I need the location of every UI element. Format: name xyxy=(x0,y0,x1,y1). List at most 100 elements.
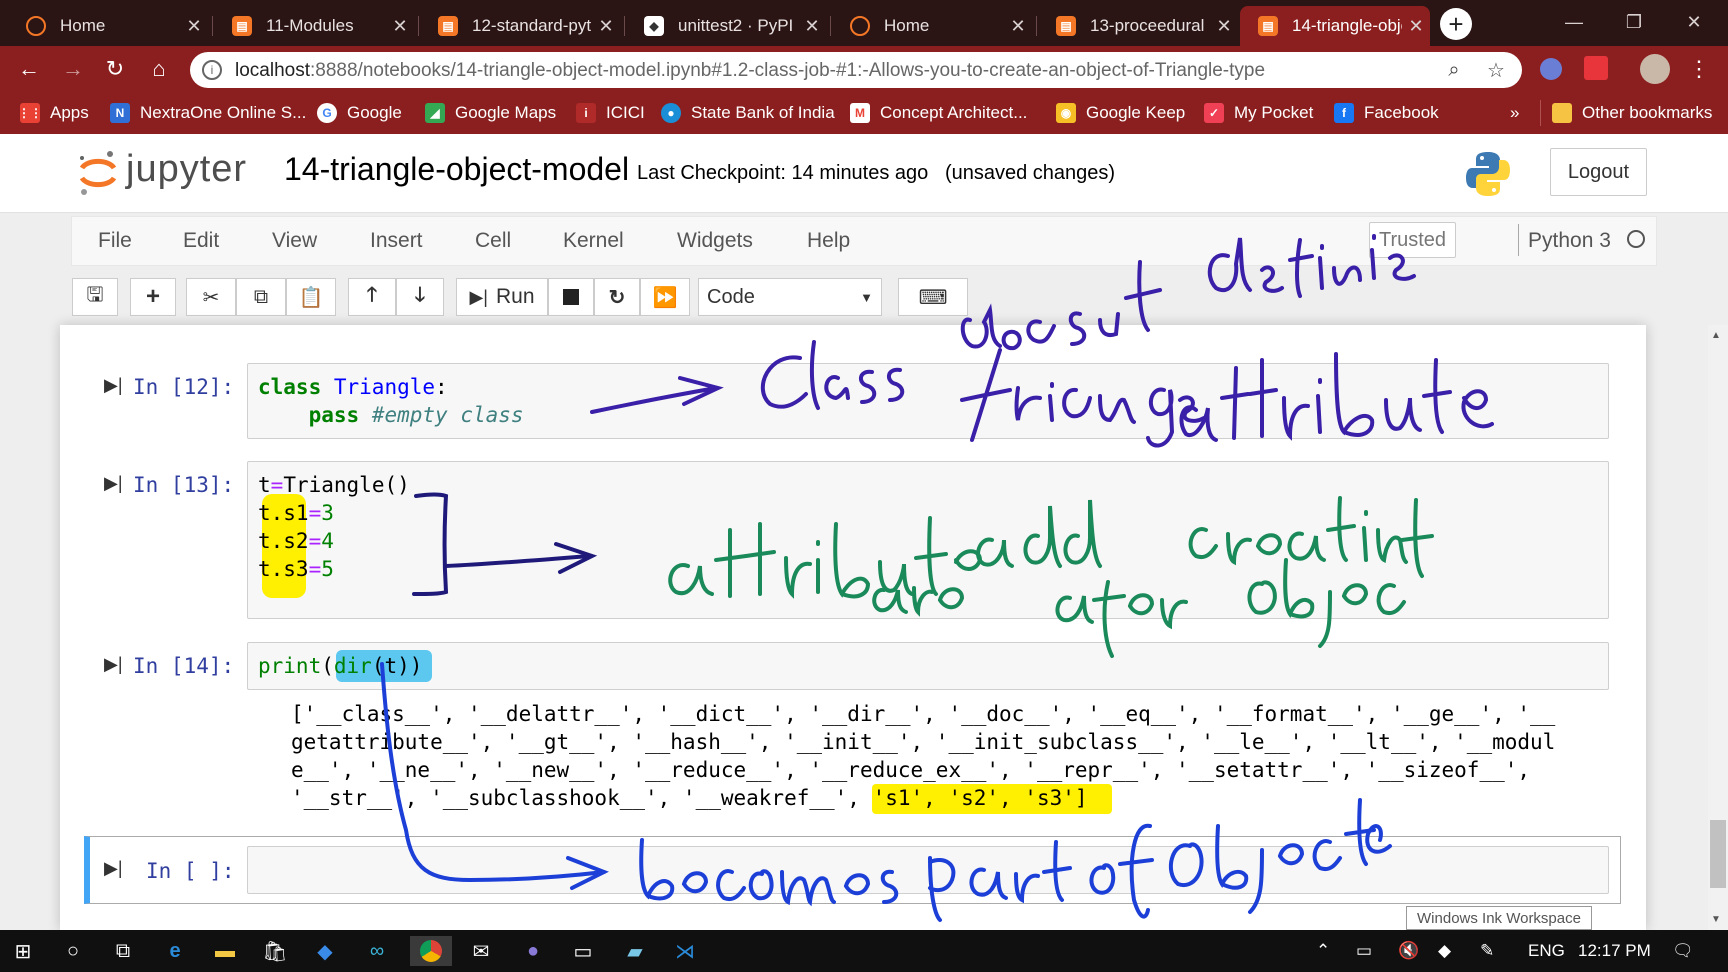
code-input-empty[interactable] xyxy=(247,846,1609,894)
clock[interactable]: 12:17 PM xyxy=(1578,941,1651,961)
bookmark-google-maps[interactable]: ◢ Google Maps xyxy=(425,100,556,126)
restart-run-all-button[interactable]: ⏩ xyxy=(640,278,690,316)
bookmark-concept-architect[interactable]: M Concept Architect... xyxy=(850,100,1027,126)
code-input[interactable] xyxy=(247,642,1609,690)
paste-button[interactable]: 📋 xyxy=(286,278,336,316)
vscode-icon[interactable]: ⋊ xyxy=(668,936,702,966)
extension-icon[interactable] xyxy=(1584,56,1608,80)
menu-icon[interactable]: ⋮ xyxy=(1682,52,1716,86)
close-window-icon[interactable]: ✕ xyxy=(1674,8,1714,36)
bookmark-facebook[interactable]: f Facebook xyxy=(1334,100,1439,126)
forward-icon[interactable]: → xyxy=(56,52,90,86)
browser-tab-home[interactable]: Home ✕ xyxy=(8,6,208,46)
close-icon[interactable]: ✕ xyxy=(1402,16,1430,37)
run-cell-icon[interactable]: ▶︎| xyxy=(104,375,123,396)
eclipse-icon[interactable]: ● xyxy=(516,936,550,966)
menu-insert[interactable]: Insert xyxy=(370,229,423,253)
new-tab-button[interactable]: + xyxy=(1440,8,1472,40)
volume-muted-icon[interactable]: 🔇 xyxy=(1398,941,1419,961)
move-up-button[interactable]: 🡑 xyxy=(348,278,396,316)
jupyter-logo-icon[interactable] xyxy=(76,148,120,198)
minimize-icon[interactable]: — xyxy=(1554,8,1594,36)
bookmark-icici[interactable]: i ICICI xyxy=(576,100,645,126)
bookmark-nextraone[interactable]: N NextraOne Online S... xyxy=(110,100,306,126)
dropbox-tray-icon[interactable]: ◆ xyxy=(1438,941,1451,961)
back-icon[interactable]: ← xyxy=(12,52,46,86)
menu-file[interactable]: File xyxy=(98,229,132,253)
extension-icon[interactable] xyxy=(1540,58,1562,80)
menu-cell[interactable]: Cell xyxy=(475,229,511,253)
scrollbar-thumb[interactable] xyxy=(1710,820,1726,888)
mail-icon[interactable]: ✉ xyxy=(464,936,498,966)
close-icon[interactable]: ✕ xyxy=(1210,16,1238,37)
copy-button[interactable]: ⧉ xyxy=(236,278,286,316)
menu-edit[interactable]: Edit xyxy=(183,229,219,253)
arduino-icon[interactable]: ∞ xyxy=(360,936,394,966)
reload-icon[interactable]: ↻ xyxy=(98,52,132,86)
task-view-icon[interactable]: ⧉ xyxy=(106,936,140,966)
close-icon[interactable]: ✕ xyxy=(180,16,208,37)
windows-start-icon[interactable]: ⊞ xyxy=(6,936,40,966)
jupyter-logo-text[interactable]: jupyter xyxy=(126,148,247,191)
notes-icon[interactable]: ▰ xyxy=(618,936,652,966)
logout-button[interactable]: Logout xyxy=(1550,148,1647,196)
move-down-button[interactable]: 🡓 xyxy=(396,278,444,316)
interrupt-button[interactable] xyxy=(548,278,594,316)
kernel-name[interactable]: Python 3 xyxy=(1528,229,1611,253)
avatar[interactable] xyxy=(1640,54,1670,84)
browser-tab-13-proceedural[interactable]: ▤ 13-proceedural ✕ xyxy=(1038,6,1238,46)
chrome-icon[interactable] xyxy=(410,936,452,966)
dropbox-icon[interactable]: ◆ xyxy=(308,936,342,966)
menu-help[interactable]: Help xyxy=(807,229,850,253)
browser-tab-pypi[interactable]: ◆ unittest2 · PyPI ✕ xyxy=(626,6,826,46)
language-indicator[interactable]: ENG xyxy=(1528,941,1565,961)
zoom-icon[interactable]: ⌕ xyxy=(1440,56,1468,84)
cut-button[interactable]: ✂ xyxy=(186,278,236,316)
other-bookmarks[interactable]: Other bookmarks xyxy=(1552,100,1712,126)
bookmark-google[interactable]: G Google xyxy=(317,100,402,126)
close-icon[interactable]: ✕ xyxy=(1004,16,1032,37)
cell-type-select[interactable]: Code ▼ xyxy=(698,278,882,316)
search-icon[interactable]: ○ xyxy=(56,936,90,966)
scroll-down-icon[interactable]: ▼ xyxy=(1711,914,1721,925)
insert-cell-button[interactable]: + xyxy=(130,278,176,316)
bookmarks-overflow-button[interactable]: » xyxy=(1510,100,1519,126)
close-icon[interactable]: ✕ xyxy=(798,16,826,37)
terminal-icon[interactable]: ▭ xyxy=(566,936,600,966)
close-icon[interactable]: ✕ xyxy=(592,16,620,37)
code-input[interactable] xyxy=(247,461,1609,619)
home-icon[interactable]: ⌂ xyxy=(142,52,176,86)
bookmark-sbi[interactable]: ● State Bank of India xyxy=(661,100,835,126)
browser-tab-home-2[interactable]: Home ✕ xyxy=(832,6,1032,46)
pen-icon[interactable]: ✎ xyxy=(1480,941,1494,961)
menu-view[interactable]: View xyxy=(272,229,317,253)
run-cell-icon[interactable]: ▶︎| xyxy=(104,858,123,879)
restore-icon[interactable]: ❐ xyxy=(1614,8,1654,36)
browser-tab-12-standard[interactable]: ▤ 12-standard-pyt ✕ xyxy=(420,6,620,46)
info-icon[interactable]: i xyxy=(202,60,222,80)
save-button[interactable]: 🖫 xyxy=(72,278,118,316)
tray-expand-icon[interactable]: ⌃ xyxy=(1316,941,1330,961)
run-cell-icon[interactable]: ▶︎| xyxy=(104,473,123,494)
notebook-name[interactable]: 14-triangle-object-model xyxy=(284,151,629,188)
restart-button[interactable]: ↻ xyxy=(594,278,640,316)
bookmark-my-pocket[interactable]: ✓ My Pocket xyxy=(1204,100,1313,126)
notifications-icon[interactable]: 🗨 xyxy=(1672,941,1694,961)
menu-widgets[interactable]: Widgets xyxy=(677,229,753,253)
close-icon[interactable]: ✕ xyxy=(386,16,414,37)
bookmark-google-keep[interactable]: ◉ Google Keep xyxy=(1056,100,1185,126)
run-cell-icon[interactable]: ▶︎| xyxy=(104,654,123,675)
battery-icon[interactable]: ▭ xyxy=(1356,941,1372,961)
browser-tab-14-triangle[interactable]: ▤ 14-triangle-obje ✕ xyxy=(1240,6,1430,46)
menu-kernel[interactable]: Kernel xyxy=(563,229,624,253)
file-explorer-icon[interactable]: ▬ xyxy=(208,936,242,966)
command-palette-button[interactable]: ⌨ xyxy=(898,278,968,316)
bookmark-star-icon[interactable]: ☆ xyxy=(1482,56,1510,84)
browser-tab-11-modules[interactable]: ▤ 11-Modules ✕ xyxy=(214,6,414,46)
run-button[interactable]: ▶︎| Run xyxy=(456,278,548,316)
bookmark-apps[interactable]: ⋮⋮ Apps xyxy=(18,100,89,126)
scroll-up-icon[interactable]: ▲ xyxy=(1711,330,1721,341)
store-icon[interactable]: 🛍 xyxy=(258,936,292,966)
edge-icon[interactable]: e xyxy=(158,936,192,966)
trusted-button[interactable]: Trusted xyxy=(1369,222,1456,258)
